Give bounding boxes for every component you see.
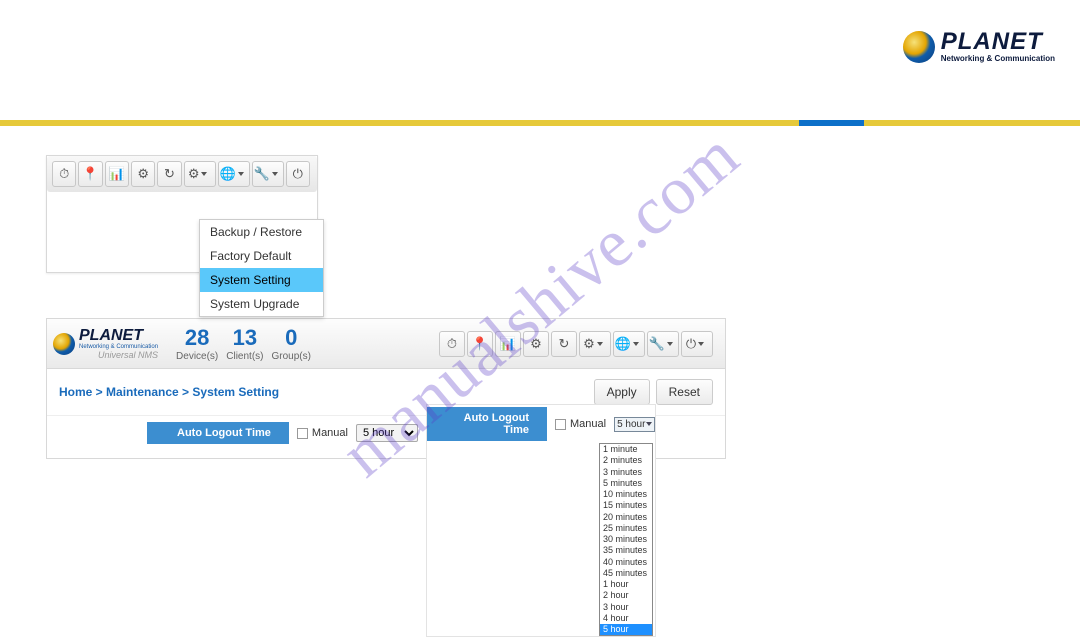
menu-backup-restore[interactable]: Backup / Restore (200, 220, 323, 244)
panel-header: PLANET Networking & Communication Univer… (47, 319, 725, 369)
time-option[interactable]: 10 minutes (600, 489, 652, 500)
time-option[interactable]: 2 minutes (600, 455, 652, 466)
globe-dropdown-icon[interactable]: 🌐 (613, 331, 645, 357)
stats-icon[interactable]: 📊 (105, 161, 129, 187)
dashboard-icon[interactable]: ⏱ (439, 331, 465, 357)
panel-logo: PLANET Networking & Communication Univer… (53, 328, 158, 360)
maintenance-dropdown: Backup / Restore Factory Default System … (199, 219, 324, 317)
breadcrumb-home[interactable]: Home (59, 385, 92, 399)
reset-button[interactable]: Reset (656, 379, 713, 405)
panel-toolbar: ⏱ 📍 📊 ⚙ ↻ ⚙ 🌐 🔧 ⏻ (439, 331, 715, 357)
menu-system-upgrade[interactable]: System Upgrade (200, 292, 323, 316)
stat-devices-number: 28 (176, 325, 218, 351)
panel-brand-subline: Universal NMS (79, 350, 158, 360)
overlay-manual-wrap[interactable]: Manual (555, 418, 606, 430)
globe-dropdown-icon[interactable]: 🌐 (218, 161, 250, 187)
brand-globe-icon (903, 31, 935, 63)
time-option[interactable]: 3 hour (600, 602, 652, 613)
breadcrumb-system-setting: System Setting (192, 385, 279, 399)
location-icon[interactable]: 📍 (467, 331, 493, 357)
time-option[interactable]: 40 minutes (600, 557, 652, 568)
stats-icon[interactable]: 📊 (495, 331, 521, 357)
overlay-manual-label: Manual (570, 418, 606, 430)
auto-logout-overlay: Auto Logout Time Manual 5 hour 1 minute … (426, 404, 656, 637)
overlay-row: Auto Logout Time Manual 5 hour (427, 405, 655, 443)
time-option[interactable]: 20 minutes (600, 512, 652, 523)
stat-clients-number: 13 (226, 325, 263, 351)
overlay-manual-checkbox[interactable] (555, 419, 566, 430)
location-icon[interactable]: 📍 (78, 161, 102, 187)
overlay-auto-logout-label: Auto Logout Time (427, 407, 547, 441)
time-option[interactable]: 4 hour (600, 613, 652, 624)
stats-block: 28 Device(s) 13 Client(s) 0 Group(s) (176, 325, 311, 362)
panel-brand-name: PLANET (79, 328, 158, 344)
power-icon[interactable]: ⏻ (286, 161, 310, 187)
breadcrumb-sep: > (92, 385, 106, 399)
stat-devices-label: Device(s) (176, 351, 218, 362)
stat-groups-number: 0 (272, 325, 311, 351)
brand-name: PLANET (941, 30, 1055, 54)
breadcrumb-maintenance[interactable]: Maintenance (106, 385, 179, 399)
time-option-selected[interactable]: 5 hour (600, 624, 652, 635)
breadcrumb: Home > Maintenance > System Setting (59, 385, 279, 399)
overlay-select-display[interactable]: 5 hour (614, 417, 655, 432)
time-option[interactable]: 35 minutes (600, 545, 652, 556)
auto-logout-select[interactable]: 5 hour (356, 424, 418, 442)
stat-groups: 0 Group(s) (272, 325, 311, 362)
panel-globe-icon (53, 333, 75, 355)
time-option[interactable]: 2 hour (600, 590, 652, 601)
time-options-list: 1 minute 2 minutes 3 minutes 5 minutes 1… (599, 443, 653, 636)
breadcrumb-sep: > (179, 385, 193, 399)
brand-logo: PLANET Networking & Communication (903, 30, 1055, 63)
auto-logout-label: Auto Logout Time (147, 422, 289, 444)
time-option[interactable]: 25 minutes (600, 523, 652, 534)
manual-checkbox[interactable] (297, 428, 308, 439)
time-option[interactable]: 45 minutes (600, 568, 652, 579)
refresh-icon[interactable]: ↻ (157, 161, 181, 187)
time-option[interactable]: 30 minutes (600, 534, 652, 545)
settings-dropdown-icon[interactable]: ⚙ (184, 161, 216, 187)
settings-dropdown-icon[interactable]: ⚙ (579, 331, 611, 357)
toolbar-snippet: ⏱ 📍 📊 ⚙ ↻ ⚙ 🌐 🔧 ⏻ Backup / Restore Facto… (46, 155, 318, 273)
gear-icon[interactable]: ⚙ (523, 331, 549, 357)
divider-line (0, 120, 1080, 126)
menu-system-setting[interactable]: System Setting (200, 268, 323, 292)
tools-dropdown-icon[interactable]: 🔧 (252, 161, 284, 187)
refresh-icon[interactable]: ↻ (551, 331, 577, 357)
time-option[interactable]: 5 minutes (600, 478, 652, 489)
time-option[interactable]: 1 hour (600, 579, 652, 590)
time-option[interactable]: 1 minute (600, 444, 652, 455)
time-option[interactable]: 3 minutes (600, 467, 652, 478)
gear-icon[interactable]: ⚙ (131, 161, 155, 187)
power-dropdown-icon[interactable]: ⏻ (681, 331, 713, 357)
manual-checkbox-wrap[interactable]: Manual (297, 427, 348, 439)
apply-button[interactable]: Apply (594, 379, 650, 405)
brand-tagline: Networking & Communication (941, 54, 1055, 63)
stat-clients-label: Client(s) (226, 351, 263, 362)
menu-factory-default[interactable]: Factory Default (200, 244, 323, 268)
stat-devices: 28 Device(s) (176, 325, 218, 362)
time-option[interactable]: 15 minutes (600, 500, 652, 511)
stat-groups-label: Group(s) (272, 351, 311, 362)
tools-dropdown-icon[interactable]: 🔧 (647, 331, 679, 357)
top-toolbar: ⏱ 📍 📊 ⚙ ↻ ⚙ 🌐 🔧 ⏻ (47, 156, 317, 192)
dashboard-icon[interactable]: ⏱ (52, 161, 76, 187)
stat-clients: 13 Client(s) (226, 325, 263, 362)
manual-label: Manual (312, 427, 348, 439)
